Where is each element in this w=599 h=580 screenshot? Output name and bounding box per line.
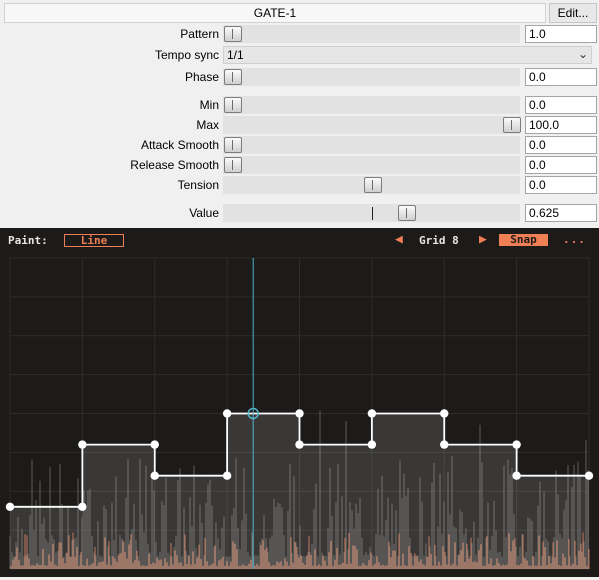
paint-label: Paint:	[8, 234, 48, 247]
paint-mode-button[interactable]: Line	[64, 234, 124, 247]
envelope-node[interactable]	[584, 471, 594, 480]
attack-smooth-slider-thumb[interactable]	[224, 137, 242, 153]
snap-toggle[interactable]: Snap	[499, 234, 548, 246]
envelope-plot[interactable]	[0, 253, 599, 577]
min-slider[interactable]	[223, 96, 520, 114]
grid-size-label[interactable]: Grid 8	[419, 234, 459, 247]
phase-slider-thumb[interactable]	[224, 69, 242, 85]
attack-smooth-value-field[interactable]: 0.0	[525, 136, 597, 154]
param-row-release-smooth: Release Smooth 0.0	[0, 155, 599, 175]
envelope-node[interactable]	[512, 440, 521, 449]
min-value-field[interactable]: 0.0	[525, 96, 597, 114]
phase-label: Phase	[184, 70, 219, 84]
param-row-pattern: Pattern 1.0	[0, 24, 599, 44]
param-row-phase: Phase 0.0	[0, 67, 599, 87]
release-smooth-value-field[interactable]: 0.0	[525, 156, 597, 174]
attack-smooth-label: Attack Smooth	[140, 138, 219, 152]
value-center-tick	[372, 207, 373, 220]
envelope-node[interactable]	[222, 471, 232, 480]
left-arrow-icon[interactable]: ◀	[395, 232, 403, 247]
envelope-node[interactable]	[295, 440, 304, 449]
pattern-slider[interactable]	[223, 25, 520, 43]
envelope-canvas[interactable]	[0, 253, 599, 577]
param-row-max: Max 100.0	[0, 115, 599, 135]
release-smooth-label: Release Smooth	[130, 158, 219, 172]
envelope-node[interactable]	[222, 409, 232, 418]
param-row-value: Value 0.625	[0, 203, 599, 223]
envelope-node[interactable]	[150, 440, 159, 449]
max-slider[interactable]	[223, 116, 521, 134]
title-bar: GATE-1 Edit...	[0, 0, 599, 26]
plugin-title: GATE-1	[4, 3, 546, 23]
tension-value-field[interactable]: 0.0	[525, 176, 597, 194]
max-value-field[interactable]: 100.0	[525, 116, 597, 134]
release-smooth-slider-thumb[interactable]	[224, 157, 242, 173]
min-slider-thumb[interactable]	[224, 97, 242, 113]
tempo-sync-label: Tempo sync	[154, 48, 219, 62]
envelope-editor: Paint: Line ◀ Grid 8 ▶ Snap ...	[0, 228, 599, 577]
envelope-node[interactable]	[367, 409, 377, 418]
tempo-sync-dropdown[interactable]: 1/1 ⌄	[223, 46, 592, 64]
tension-slider[interactable]	[223, 176, 520, 194]
phase-slider[interactable]	[223, 68, 520, 86]
min-label: Min	[199, 98, 219, 112]
pattern-slider-thumb[interactable]	[224, 26, 242, 42]
max-label: Max	[196, 118, 219, 132]
param-row-attack-smooth: Attack Smooth 0.0	[0, 135, 599, 155]
max-slider-thumb[interactable]	[503, 117, 521, 133]
editor-toolbar: Paint: Line ◀ Grid 8 ▶ Snap ...	[0, 228, 599, 253]
value-value-field[interactable]: 0.625	[525, 204, 597, 222]
pattern-label: Pattern	[180, 27, 219, 41]
value-slider[interactable]	[223, 204, 520, 222]
param-row-tempo-sync: Tempo sync 1/1 ⌄	[0, 45, 599, 65]
param-row-tension: Tension 0.0	[0, 175, 599, 195]
envelope-node[interactable]	[440, 440, 449, 449]
envelope-node[interactable]	[295, 409, 304, 418]
edit-button[interactable]: Edit...	[549, 3, 597, 23]
envelope-node[interactable]	[78, 502, 87, 511]
envelope-node[interactable]	[512, 471, 521, 480]
tension-label: Tension	[177, 178, 219, 192]
envelope-node[interactable]	[5, 502, 15, 511]
value-label: Value	[189, 206, 219, 220]
value-slider-thumb[interactable]	[398, 205, 416, 221]
chevron-down-icon: ⌄	[577, 47, 588, 61]
release-smooth-slider[interactable]	[223, 156, 520, 174]
tempo-sync-value: 1/1	[227, 48, 244, 62]
tension-slider-thumb[interactable]	[364, 177, 382, 193]
envelope-node[interactable]	[150, 471, 159, 480]
envelope-node[interactable]	[78, 440, 87, 449]
phase-value-field[interactable]: 0.0	[525, 68, 597, 86]
envelope-node[interactable]	[440, 409, 449, 418]
attack-smooth-slider[interactable]	[223, 136, 520, 154]
more-options-button[interactable]: ...	[563, 233, 586, 246]
param-row-min: Min 0.0	[0, 95, 599, 115]
right-arrow-icon[interactable]: ▶	[479, 232, 487, 247]
pattern-value-field[interactable]: 1.0	[525, 25, 597, 43]
envelope-node[interactable]	[367, 440, 377, 449]
